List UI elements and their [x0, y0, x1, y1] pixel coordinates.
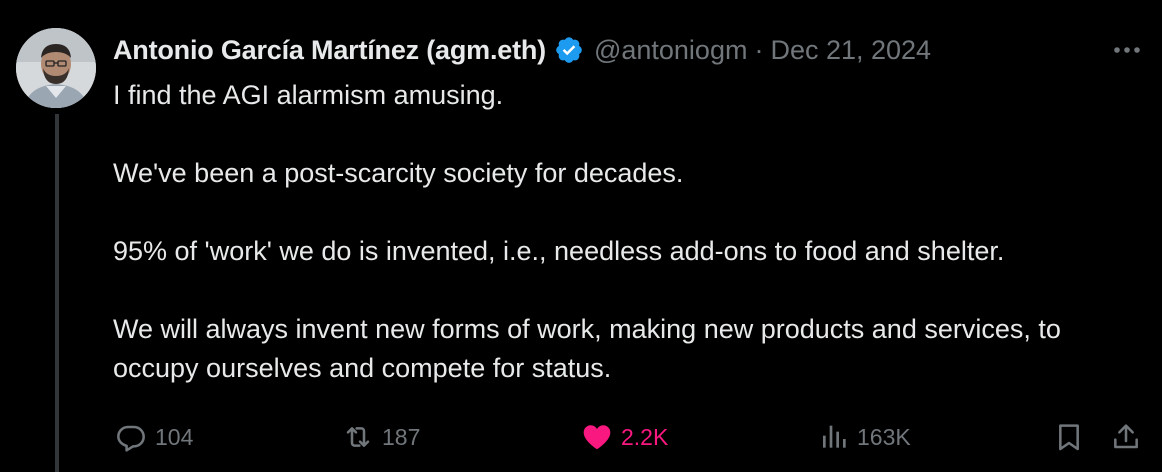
separator-dot: · — [754, 34, 764, 65]
thread-line — [55, 114, 59, 472]
views-count: 163K — [857, 423, 911, 450]
tweet[interactable]: Antonio García Martínez (agm.eth) @anton… — [0, 0, 1162, 472]
like-button[interactable]: 2.2K — [581, 414, 668, 460]
views-button[interactable]: 163K — [817, 414, 911, 460]
share-icon — [1114, 424, 1138, 449]
share-button[interactable] — [1110, 414, 1142, 460]
like-count: 2.2K — [621, 423, 669, 450]
action-bar: 104 187 2.2K 163K — [113, 414, 1153, 460]
tweet-paragraph: We will always invent new forms of work,… — [113, 314, 1061, 383]
tweet-paragraph: I find the AGI alarmism amusing. — [113, 80, 504, 110]
reply-button[interactable]: 104 — [115, 414, 193, 460]
tweet-paragraph: We've been a post-scarcity society for d… — [113, 158, 684, 188]
more-icon[interactable] — [1110, 36, 1144, 64]
tweet-date[interactable]: Dec 21, 2024 — [770, 35, 931, 66]
bookmark-button[interactable] — [1053, 414, 1085, 460]
tweet-header: Antonio García Martínez (agm.eth) @anton… — [113, 30, 931, 70]
avatar-photo — [16, 28, 96, 108]
retweet-icon — [346, 427, 370, 447]
retweet-button[interactable]: 187 — [342, 414, 420, 460]
reply-count: 104 — [155, 423, 194, 450]
tweet-paragraph: 95% of 'work' we do is invented, i.e., n… — [113, 236, 1005, 266]
avatar[interactable] — [16, 28, 96, 108]
retweet-count: 187 — [382, 423, 421, 450]
tweet-text: I find the AGI alarmism amusing. We've b… — [113, 76, 1153, 427]
display-name[interactable]: Antonio García Martínez (agm.eth) — [113, 35, 546, 66]
handle[interactable]: @antoniogm — [594, 35, 748, 66]
bookmark-icon — [1059, 424, 1079, 451]
reply-icon — [117, 425, 145, 452]
views-icon — [823, 425, 846, 448]
verified-badge-icon[interactable] — [554, 35, 584, 65]
heart-icon — [583, 425, 611, 450]
